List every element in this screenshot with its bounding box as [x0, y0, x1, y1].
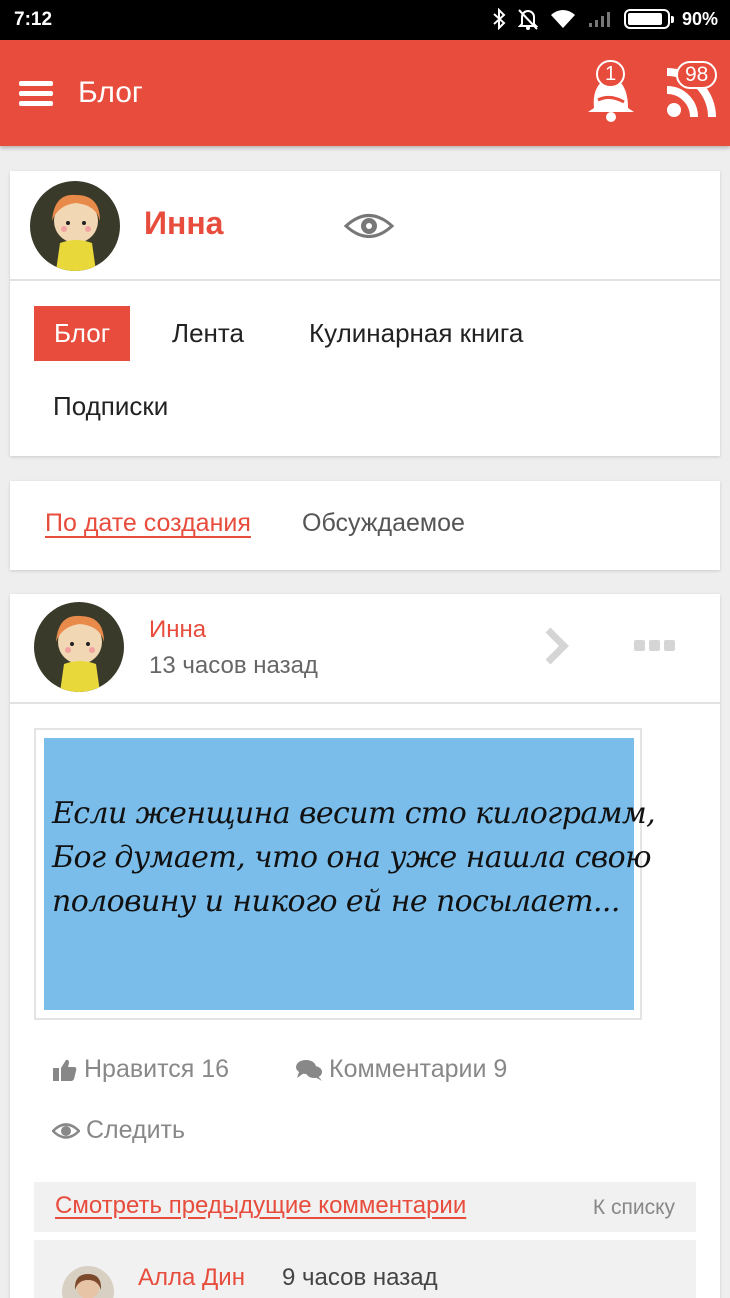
comments-button[interactable]: Комментарии 9 — [295, 1055, 507, 1084]
chevron-right-icon[interactable] — [542, 626, 572, 666]
battery-icon — [623, 9, 674, 29]
commenter-avatar[interactable] — [62, 1266, 114, 1298]
sort-discussed-link[interactable]: Обсуждаемое — [302, 509, 465, 538]
profile-name: Инна — [144, 205, 224, 241]
battery-percent: 90% — [681, 8, 718, 29]
like-button[interactable]: Нравится 16 — [52, 1055, 229, 1084]
profile-card: Инна Блог Лента Кулинарная книга Подписк… — [10, 171, 720, 456]
comments-bar: Смотреть предыдущие комментарии К списку — [34, 1182, 696, 1232]
comment-timestamp: 9 часов назад — [282, 1264, 438, 1291]
sort-by-date-link[interactable]: По дате создания — [45, 509, 251, 538]
post-image-caption: Если женщина весит сто килограмм, Бог ду… — [52, 796, 656, 919]
bluetooth-icon — [493, 8, 506, 30]
status-icons: 90% — [492, 8, 718, 30]
tab-subscriptions[interactable]: Подписки — [33, 379, 188, 434]
status-bar: 7:12 90% — [0, 0, 730, 40]
comment-item: Алла Дин 9 часов назад — [34, 1240, 696, 1298]
eye-icon — [52, 1122, 80, 1139]
tab-cookbook[interactable]: Кулинарная книга — [289, 306, 543, 361]
notifications-badge: 1 — [596, 60, 626, 88]
comments-count-label: Комментарии 9 — [329, 1055, 508, 1083]
comments-icon — [296, 1059, 322, 1081]
post-image-frame[interactable]: Если женщина весит сто килограмм, Бог ду… — [34, 728, 656, 1020]
author-avatar[interactable] — [34, 602, 124, 692]
page-title: Блог — [78, 76, 143, 109]
follow-button[interactable]: Следить — [52, 1116, 185, 1145]
tab-feed[interactable]: Лента — [152, 306, 264, 361]
to-list-link[interactable]: К списку — [593, 1196, 675, 1220]
signal-icon — [588, 12, 610, 27]
previous-comments-link[interactable]: Смотреть предыдущие комментарии — [55, 1192, 466, 1220]
post-image[interactable]: Если женщина весит сто килограмм, Бог ду… — [44, 738, 656, 1010]
tab-blog[interactable]: Блог — [34, 306, 131, 361]
post-author-name[interactable]: Инна — [149, 616, 206, 644]
like-count-label: Нравится 16 — [84, 1055, 230, 1083]
app-bar: Блог 1 98 — [0, 40, 730, 146]
notifications-off-icon — [517, 9, 538, 30]
profile-header: Инна — [10, 171, 720, 281]
thumbs-up-icon — [53, 1059, 77, 1081]
sort-bar: По дате создания Обсуждаемое — [10, 481, 720, 570]
post-timestamp: 13 часов назад — [149, 652, 318, 679]
comment-author-name[interactable]: Алла Дин — [138, 1264, 245, 1292]
hamburger-menu-icon[interactable] — [19, 81, 53, 107]
post-header: Инна 13 часов назад — [10, 594, 720, 704]
follow-label: Следить — [86, 1116, 186, 1144]
wifi-icon — [550, 10, 575, 28]
feed-badge: 98 — [676, 61, 718, 89]
eye-icon[interactable] — [344, 211, 394, 241]
post-card: Инна 13 часов назад Если женщина весит с… — [10, 594, 720, 1298]
status-time: 7:12 — [14, 9, 53, 30]
avatar[interactable] — [30, 181, 120, 271]
profile-tabs: Блог Лента Кулинарная книга Подписки — [10, 281, 720, 457]
more-options-icon[interactable] — [634, 640, 676, 652]
